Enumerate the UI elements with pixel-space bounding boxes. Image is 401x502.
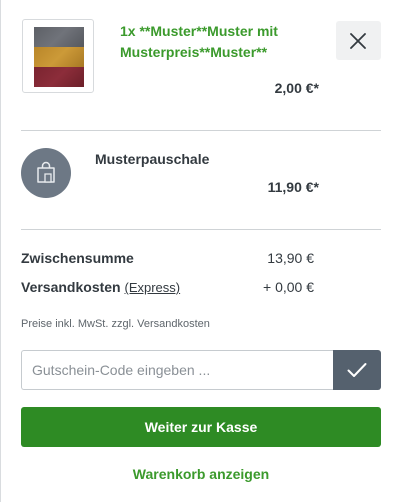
divider	[21, 130, 381, 131]
subtotal-value: 13,90 €	[267, 250, 314, 266]
line-item-price: 2,00 €*	[274, 80, 319, 96]
shipping-label-row: Versandkosten (Express)	[21, 279, 180, 295]
divider	[21, 229, 381, 230]
voucher-code-input[interactable]	[21, 350, 334, 390]
product-thumbnail[interactable]	[22, 19, 94, 93]
shopping-bag-icon-circle	[21, 148, 71, 198]
line-item-title[interactable]: 1x **Muster**Muster mit Musterpreis**Mus…	[120, 21, 320, 63]
line-item-title: Musterpauschale	[95, 151, 210, 167]
checkmark-icon	[347, 363, 367, 377]
line-item-price: 11,90 €*	[267, 179, 319, 195]
grey-swatch	[34, 27, 84, 47]
shipping-label: Versandkosten	[21, 279, 121, 295]
shopping-bag-icon	[37, 161, 55, 183]
voucher-submit-button[interactable]	[333, 350, 381, 390]
close-icon	[350, 33, 366, 49]
shipping-value: + 0,00 €	[263, 279, 314, 295]
checkout-button[interactable]: Weiter zur Kasse	[21, 407, 381, 447]
ochre-swatch	[34, 47, 84, 67]
burgundy-swatch	[34, 67, 84, 87]
tax-note: Preise inkl. MwSt. zzgl. Versandkosten	[21, 318, 210, 330]
view-cart-link[interactable]: Warenkorb anzeigen	[21, 466, 381, 482]
subtotal-label: Zwischensumme	[21, 250, 134, 266]
remove-item-button[interactable]	[336, 21, 381, 60]
shipping-method-link[interactable]: (Express)	[125, 280, 181, 295]
offcanvas-left-border	[0, 0, 1, 502]
